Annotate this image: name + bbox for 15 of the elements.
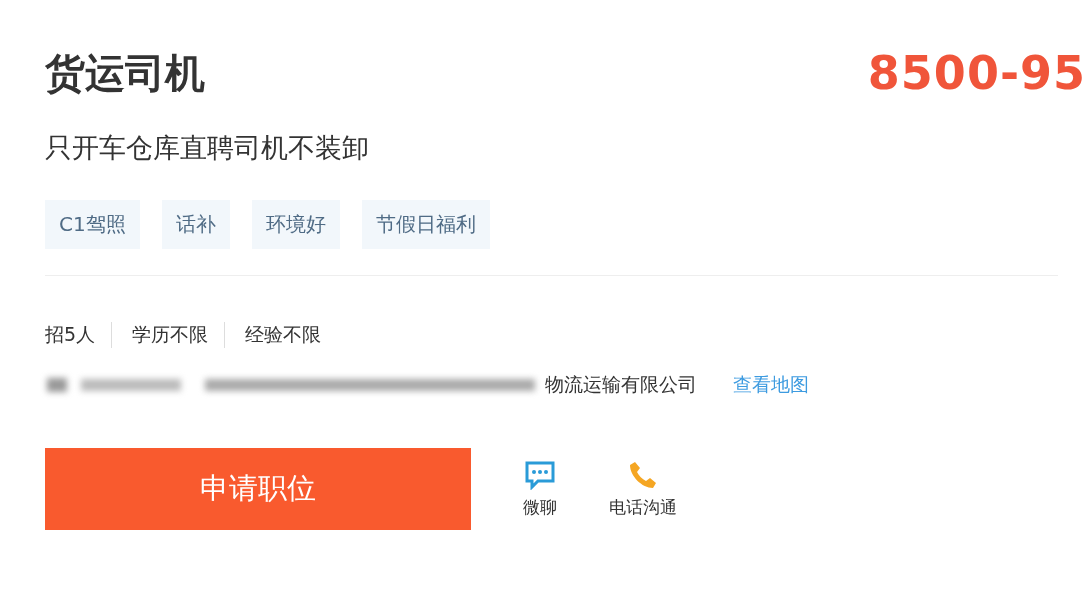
- action-label[interactable]: 电话沟通: [609, 495, 677, 519]
- requirement-label: 招5人: [45, 322, 97, 347]
- benefit-tag: C1驾照: [45, 200, 140, 249]
- salary: 8500-95: [867, 46, 1086, 100]
- phone-icon: [628, 459, 658, 490]
- company-name: 物流运输有限公司: [545, 372, 697, 397]
- chat-icon: [524, 459, 556, 490]
- requirement-label: 经验不限: [224, 322, 338, 348]
- action-label[interactable]: 微聊: [523, 495, 557, 519]
- job-title: 货运司机: [45, 48, 205, 98]
- requirement-label: 学历不限: [111, 322, 225, 348]
- benefit-tag: 环境好: [251, 200, 340, 249]
- benefit-tag: 话补: [161, 200, 230, 249]
- benefit-tag: 节假日福利: [361, 200, 490, 249]
- job-subtitle: 只开车仓库直聘司机不装卸: [45, 131, 370, 165]
